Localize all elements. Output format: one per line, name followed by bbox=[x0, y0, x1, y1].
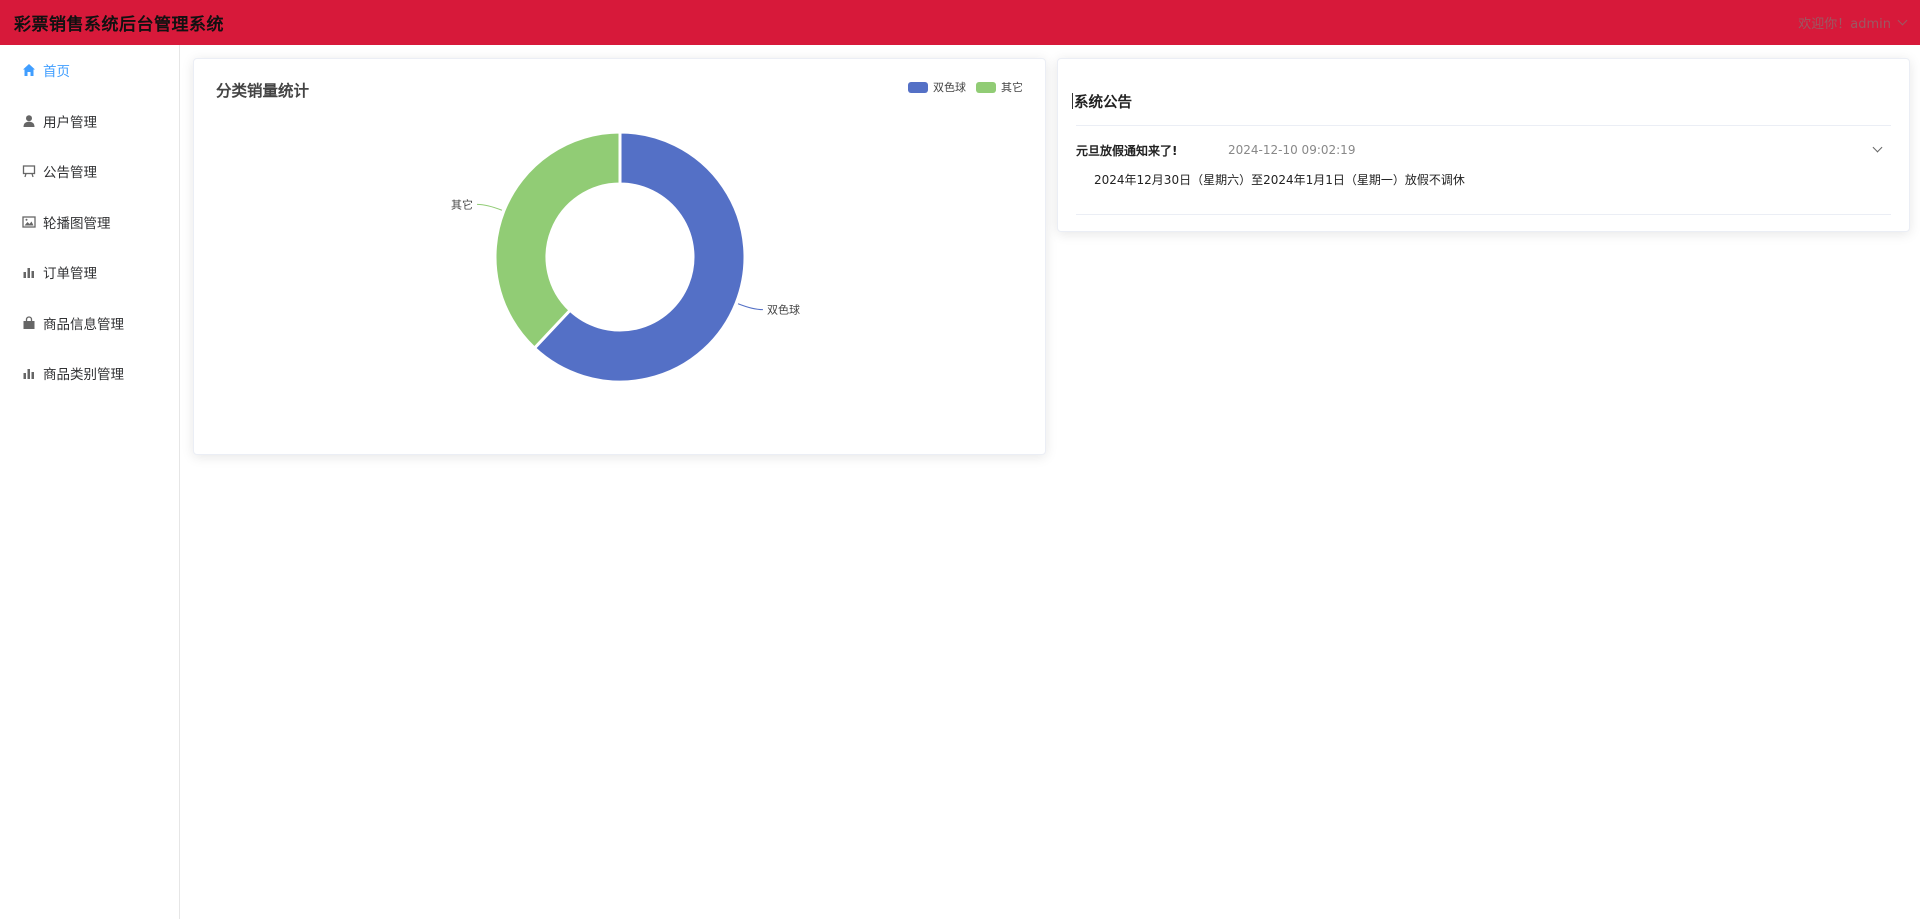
welcome-user-label: 欢迎你！admin bbox=[1798, 17, 1891, 32]
sidebar-item-label: 首页 bbox=[43, 64, 70, 81]
chevron-down-icon[interactable] bbox=[1872, 142, 1883, 153]
sidebar-item-users[interactable]: 用户管理 bbox=[0, 96, 179, 147]
sidebar-item-home[interactable]: 首页 bbox=[0, 45, 179, 96]
sidebar-item-label: 公告管理 bbox=[43, 165, 97, 182]
home-icon bbox=[22, 63, 36, 77]
system-notice-card: 系统公告 元旦放假通知来了! 2024-12-10 09:02:19 2024年… bbox=[1057, 58, 1910, 232]
label-leader-line bbox=[477, 203, 503, 211]
divider bbox=[1076, 125, 1891, 126]
sidebar-item-products[interactable]: 商品信息管理 bbox=[0, 298, 179, 349]
picture-icon bbox=[22, 215, 36, 229]
user-icon bbox=[22, 114, 36, 128]
bar-chart-icon bbox=[22, 366, 36, 380]
notice-item-date: 2024-12-10 09:02:19 bbox=[1228, 143, 1356, 157]
notice-item-content: 2024年12月30日（星期六）至2024年1月1日（星期一）放假不调休 bbox=[1094, 173, 1465, 187]
slice-label: 其它 bbox=[451, 197, 473, 211]
user-menu-dropdown[interactable]: 欢迎你！admin bbox=[1798, 13, 1908, 32]
sidebar-item-label: 商品类别管理 bbox=[43, 367, 124, 384]
donut-slice[interactable] bbox=[493, 130, 622, 350]
sales-chart-card: 分类销量统计 双色球 其它 双色球 其它 bbox=[193, 58, 1046, 455]
sidebar-item-carousel[interactable]: 轮播图管理 bbox=[0, 197, 179, 248]
top-header: 彩票销售系统后台管理系统 欢迎你！admin bbox=[0, 0, 1920, 45]
bar-chart-icon bbox=[22, 265, 36, 279]
sidebar-item-label: 订单管理 bbox=[43, 266, 97, 283]
notice-item-title: 元旦放假通知来了! bbox=[1076, 143, 1178, 158]
chevron-down-icon bbox=[1897, 15, 1908, 26]
sidebar-item-orders[interactable]: 订单管理 bbox=[0, 247, 179, 298]
slice-label: 双色球 bbox=[767, 303, 800, 317]
notice-board-icon bbox=[22, 164, 36, 178]
notice-item-header[interactable]: 元旦放假通知来了! 2024-12-10 09:02:19 bbox=[1076, 139, 1891, 161]
label-leader-line bbox=[737, 303, 763, 311]
sidebar-item-notices[interactable]: 公告管理 bbox=[0, 146, 179, 197]
donut-chart: 双色球 其它 bbox=[451, 130, 800, 384]
app-title: 彩票销售系统后台管理系统 bbox=[14, 15, 224, 35]
shopping-bag-icon bbox=[22, 316, 36, 330]
sidebar: 首页 用户管理 公告管理 轮播图管理 订单管理 商品信息管理 商品类别管理 bbox=[0, 45, 180, 919]
sidebar-item-label: 轮播图管理 bbox=[43, 215, 111, 232]
sidebar-item-categories[interactable]: 商品类别管理 bbox=[0, 348, 179, 399]
sidebar-item-label: 商品信息管理 bbox=[43, 316, 124, 333]
sidebar-item-label: 用户管理 bbox=[43, 114, 97, 131]
notice-section-title: 系统公告 bbox=[1072, 91, 1132, 112]
divider bbox=[1076, 214, 1891, 215]
